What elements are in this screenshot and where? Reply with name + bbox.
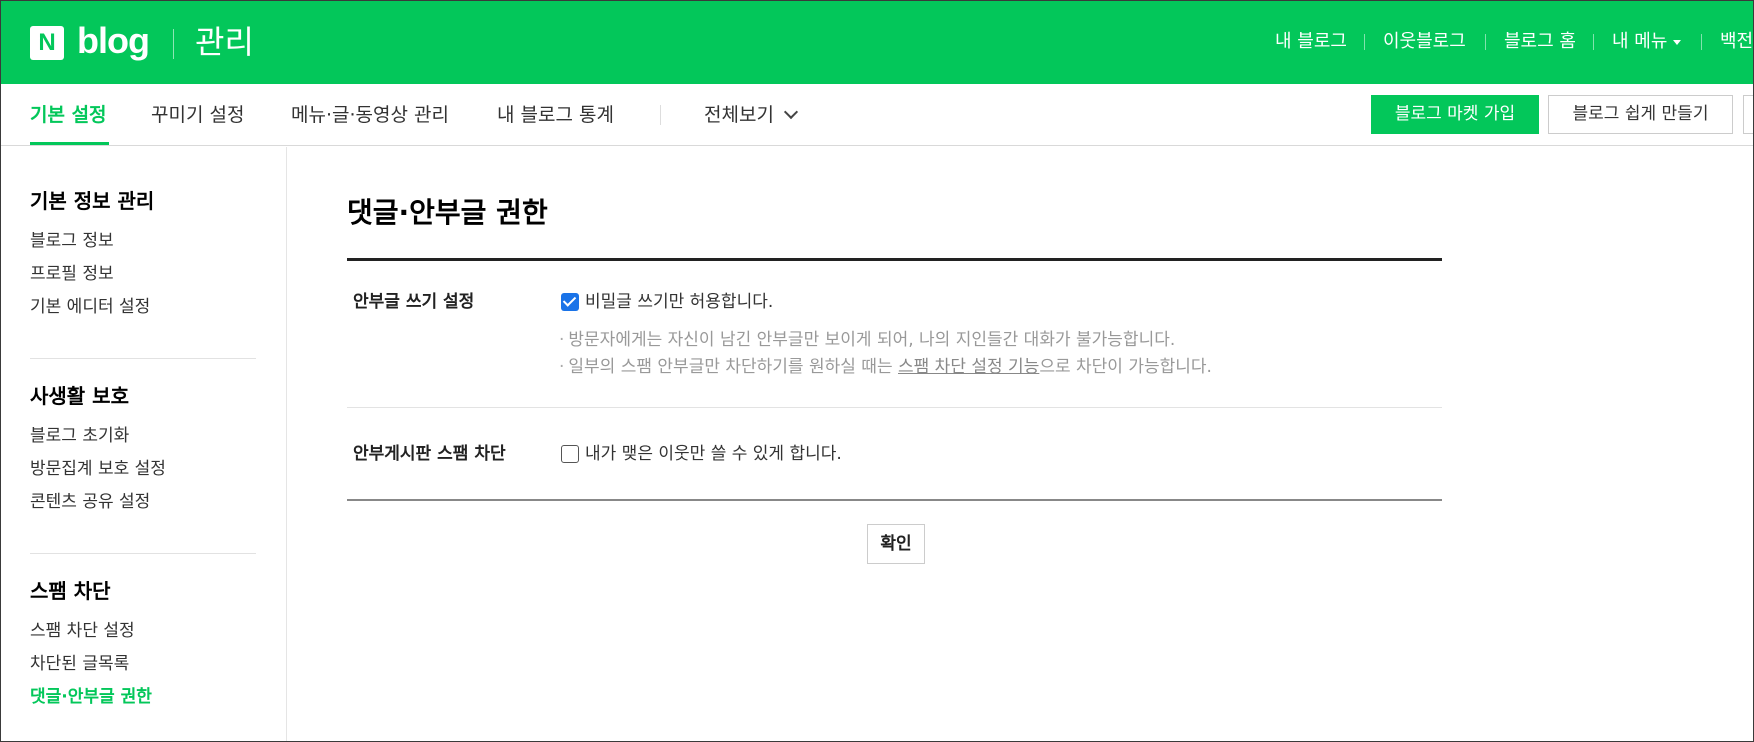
sidebar-item-comment-permissions[interactable]: 댓글·안부글 권한	[30, 685, 152, 709]
guestbook-note-1: · 방문자에게는 자신이 남긴 안부글만 보이게 되어, 나의 지인들간 대화가 …	[559, 330, 1176, 350]
spam-settings-link[interactable]: 스팸 차단 설정 기능	[898, 357, 1039, 377]
nav-my-blog[interactable]: 내 블로그	[1275, 29, 1347, 55]
view-all-label: 전체보기	[704, 104, 774, 126]
page-title: 댓글·안부글 권한	[347, 196, 548, 229]
guestbook-note-2: · 일부의 스팸 안부글만 차단하기를 원하실 때는 스팸 차단 설정 기능으로 …	[559, 357, 1212, 377]
tab-design-settings[interactable]: 꾸미기 설정	[151, 101, 244, 129]
section-title[interactable]: 관리	[195, 21, 254, 63]
sidebar-item-profile-info[interactable]: 프로필 정보	[30, 262, 114, 286]
sidebar-heading-privacy: 사생활 보호	[30, 384, 129, 408]
tab-bar: 기본 설정 꾸미기 설정 메뉴·글·동영상 관리 내 블로그 통계 전체보기 블…	[1, 84, 1753, 146]
nav-divider	[1701, 34, 1702, 50]
sidebar-item-blog-reset[interactable]: 블로그 초기화	[30, 424, 129, 448]
guestbook-write-label: 안부글 쓰기 설정	[353, 292, 475, 312]
table-top-rule	[347, 258, 1442, 261]
sidebar-item-spam-settings[interactable]: 스팸 차단 설정	[30, 619, 135, 643]
sidebar-item-blog-info[interactable]: 블로그 정보	[30, 229, 114, 253]
confirm-button[interactable]: 확인	[867, 524, 925, 564]
tab-view-all[interactable]: 전체보기	[704, 101, 798, 129]
neighbors-only-label[interactable]: 내가 맺은 이웃만 쓸 수 있게 합니다.	[585, 442, 842, 466]
sidebar-heading-basic-info: 기본 정보 관리	[30, 189, 155, 213]
tab-menu-post-video[interactable]: 메뉴·글·동영상 관리	[291, 101, 449, 129]
secret-only-checkbox[interactable]	[561, 293, 579, 311]
sidebar-item-content-sharing[interactable]: 콘텐츠 공유 설정	[30, 490, 150, 514]
tab-basic-settings[interactable]: 기본 설정	[30, 101, 107, 129]
cutoff-button[interactable]	[1743, 95, 1753, 134]
sidebar-item-blocked-posts[interactable]: 차단된 글목록	[30, 652, 129, 676]
window-frame: N blog 관리 내 블로그 이웃블로그 블로그 홈 내 메뉴 백전 기본 설…	[0, 0, 1754, 742]
nav-blog-home[interactable]: 블로그 홈	[1504, 29, 1576, 55]
blog-logo[interactable]: blog	[77, 19, 150, 63]
blog-market-join-button[interactable]: 블로그 마켓 가입	[1371, 95, 1539, 134]
tab-blog-stats[interactable]: 내 블로그 통계	[497, 101, 614, 129]
guestbook-note-2-pre: 일부의 스팸 안부글만 차단하기를 원하실 때는	[568, 357, 898, 377]
nav-divider	[1485, 34, 1486, 50]
sidebar-heading-spam: 스팸 차단	[30, 579, 111, 603]
nav-neighbor-blog[interactable]: 이웃블로그	[1383, 29, 1466, 55]
table-bottom-rule	[347, 499, 1442, 501]
active-tab-indicator	[30, 142, 109, 145]
sidebar-divider	[30, 358, 256, 359]
nav-my-menu[interactable]: 내 메뉴	[1612, 29, 1682, 55]
easy-blog-button[interactable]: 블로그 쉽게 만들기	[1548, 95, 1733, 134]
guestbook-spam-label: 안부게시판 스팸 차단	[353, 444, 506, 464]
row-divider	[347, 407, 1442, 408]
secret-only-label[interactable]: 비밀글 쓰기만 허용합니다.	[585, 290, 773, 314]
sidebar-item-visit-protection[interactable]: 방문집계 보호 설정	[30, 457, 166, 481]
caret-down-icon	[1673, 39, 1682, 45]
neighbors-only-checkbox[interactable]	[561, 445, 579, 463]
tab-divider	[660, 105, 661, 125]
sidebar-divider	[30, 553, 256, 554]
chevron-down-icon	[783, 104, 798, 120]
nav-divider	[1364, 34, 1365, 50]
guestbook-note-1-text: 방문자에게는 자신이 남긴 안부글만 보이게 되어, 나의 지인들간 대화가 불…	[568, 330, 1176, 350]
sidebar-item-editor-settings[interactable]: 기본 에디터 설정	[30, 295, 150, 319]
nav-user[interactable]: 백전	[1720, 29, 1753, 55]
guestbook-note-2-post: 으로 차단이 가능합니다.	[1039, 357, 1212, 377]
top-header: N blog 관리 내 블로그 이웃블로그 블로그 홈 내 메뉴 백전	[1, 1, 1753, 84]
naver-logo-icon[interactable]: N	[30, 26, 64, 60]
nav-divider	[1593, 34, 1594, 50]
nav-my-menu-label: 내 메뉴	[1612, 31, 1668, 52]
logo-divider	[173, 29, 174, 59]
